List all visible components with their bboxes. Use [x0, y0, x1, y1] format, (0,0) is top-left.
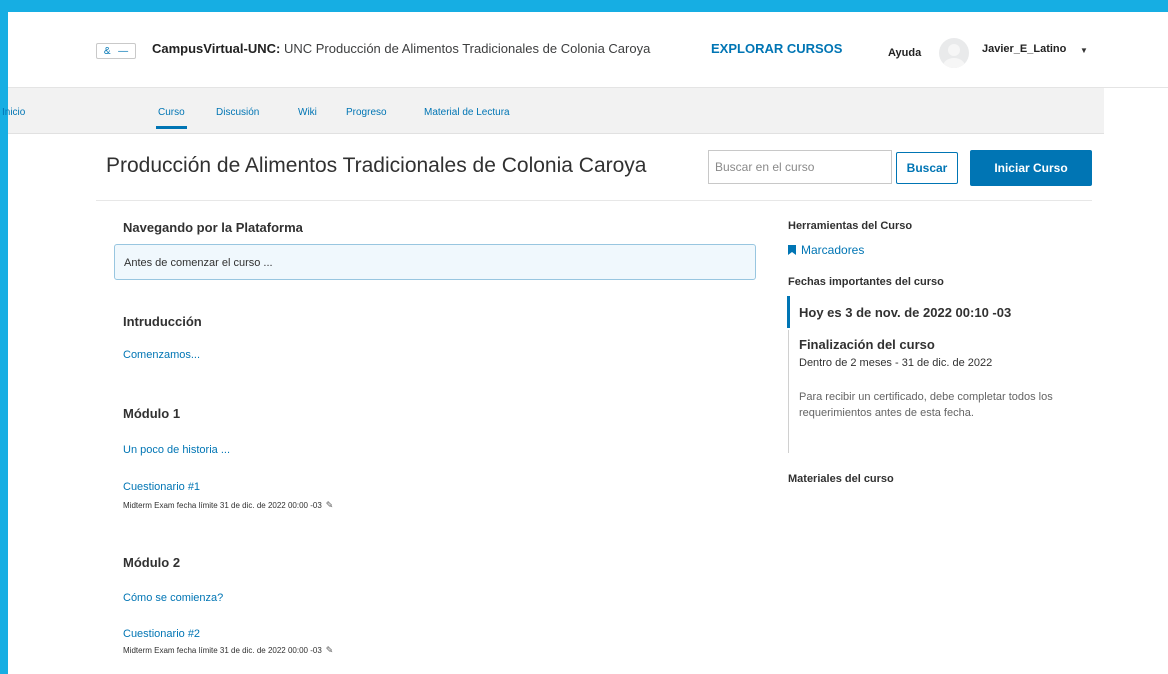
bookmarks-link[interactable]: Marcadores [788, 243, 864, 257]
course-end-title: Finalización del curso [799, 337, 935, 352]
screen-frame-top [0, 0, 1168, 12]
logo-dash-icon: — [118, 45, 129, 57]
caret-down-icon[interactable]: ▼ [1080, 46, 1088, 55]
subsection-antes-de-comenzar[interactable]: Antes de comenzar el curso ... [114, 244, 756, 280]
avatar[interactable] [939, 38, 969, 68]
important-dates-heading: Fechas importantes del curso [788, 276, 944, 288]
due-date-text: Midterm Exam fecha límite 31 de dic. de … [123, 501, 322, 510]
site-header: & — CampusVirtual-UNC: UNC Producción de… [8, 12, 1168, 88]
divider [96, 200, 1092, 201]
username[interactable]: Javier_E_Latino [982, 43, 1066, 55]
search-input[interactable] [708, 150, 892, 184]
due-date: Midterm Exam fecha límite 31 de dic. de … [123, 500, 333, 511]
bookmarks-label: Marcadores [801, 243, 865, 257]
tab-inicio[interactable]: Inicio [2, 107, 25, 118]
dates-timeline [788, 330, 789, 453]
page-title: Producción de Alimentos Tradicionales de… [106, 154, 647, 177]
header-course-name: UNC Producción de Alimentos Tradicionale… [283, 41, 651, 56]
explore-courses-link[interactable]: EXPLORAR CURSOS [711, 41, 842, 56]
site-title: CampusVirtual-UNC: UNC Producción de Ali… [152, 41, 650, 56]
subsection-link-como-se-comienza[interactable]: Cómo se comienza? [123, 592, 223, 604]
help-link[interactable]: Ayuda [888, 47, 921, 59]
section-title-modulo-2: Módulo 2 [123, 555, 181, 570]
edit-icon: ✎ [325, 645, 334, 655]
logo[interactable]: & — [96, 43, 136, 59]
course-end-description: Para recibir un certificado, debe comple… [799, 391, 1053, 419]
course-end-date: Dentro de 2 meses - 31 de dic. de 2022 [799, 357, 993, 369]
screen-frame-left [0, 0, 8, 674]
tab-curso[interactable]: Curso [156, 107, 187, 129]
section-title-introduccion: Intruducción [123, 314, 202, 329]
course-tabs: Inicio Curso Discusión Wiki Progreso Mat… [2, 88, 1104, 134]
due-date: Midterm Exam fecha límite 31 de dic. de … [123, 645, 333, 656]
course-tools-heading: Herramientas del Curso [788, 220, 913, 232]
subsection-link-cuestionario-2[interactable]: Cuestionario #2 [123, 628, 200, 640]
logo-mark-icon: & [103, 45, 111, 57]
edit-icon: ✎ [325, 500, 334, 510]
tab-discusion[interactable]: Discusión [216, 107, 259, 118]
subsection-label: Antes de comenzar el curso ... [124, 257, 273, 269]
today-marker [787, 296, 790, 328]
today-date: Hoy es 3 de nov. de 2022 00:10 -03 [799, 305, 1012, 320]
tab-material-de-lectura[interactable]: Material de Lectura [424, 107, 510, 118]
start-course-button[interactable]: Iniciar Curso [970, 150, 1092, 186]
course-materials-heading: Materiales del curso [788, 473, 894, 485]
subsection-link-cuestionario-1[interactable]: Cuestionario #1 [123, 481, 200, 493]
due-date-text: Midterm Exam fecha límite 31 de dic. de … [123, 646, 322, 655]
section-title-navegando: Navegando por la Plataforma [123, 220, 303, 235]
search-button[interactable]: Buscar [896, 152, 958, 184]
tab-progreso[interactable]: Progreso [346, 107, 387, 118]
subsection-link-comenzamos[interactable]: Comenzamos... [123, 349, 200, 361]
section-title-modulo-1: Módulo 1 [123, 406, 181, 421]
site-name: CampusVirtual-UNC: [152, 41, 281, 56]
tab-wiki[interactable]: Wiki [298, 107, 317, 118]
subsection-link-historia[interactable]: Un poco de historia ... [123, 444, 230, 456]
bookmark-icon [788, 245, 796, 255]
